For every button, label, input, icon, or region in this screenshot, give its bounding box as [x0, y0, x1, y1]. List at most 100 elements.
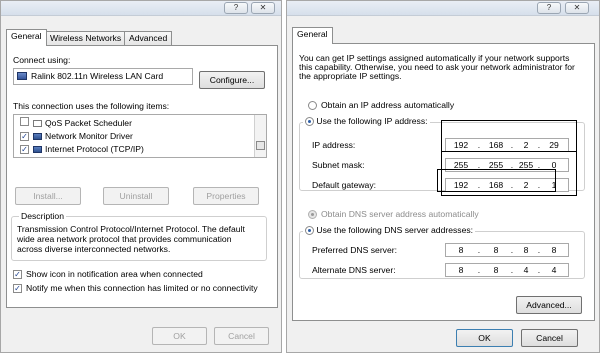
- help-icon: ?: [546, 3, 552, 12]
- tab-wireless-networks[interactable]: Wireless Networks: [45, 31, 127, 45]
- obtain-dns-auto-radio[interactable]: [308, 210, 317, 219]
- show-icon-label: Show icon in notification area when conn…: [26, 269, 203, 279]
- ip-dot: .: [537, 245, 541, 255]
- list-item[interactable]: ✓ Internet Protocol (TCP/IP): [20, 143, 144, 155]
- tab-label: General: [11, 31, 42, 41]
- ip-octet: 8: [458, 265, 464, 275]
- title-bar: ? ✕: [1, 1, 281, 16]
- install-button[interactable]: Install...: [15, 187, 81, 205]
- highlight-box-ip-address: [441, 120, 577, 152]
- ip-dot: .: [537, 265, 541, 275]
- obtain-dns-auto-label: Obtain DNS server address automatically: [321, 209, 479, 219]
- alternate-dns-field[interactable]: 8 . 8 . 4 . 4: [445, 263, 569, 277]
- notify-checkbox[interactable]: ✓: [13, 284, 22, 293]
- default-gateway-label: Default gateway:: [312, 180, 377, 190]
- connect-using-label: Connect using:: [13, 55, 71, 65]
- use-following-dns-radio[interactable]: [305, 226, 314, 235]
- description-line-2: wide area network protocol that provides…: [17, 234, 232, 244]
- qos-checkbox[interactable]: [20, 117, 29, 126]
- title-bar: ? ✕: [287, 1, 599, 16]
- dns-server-group: Use the following DNS server addresses: …: [299, 225, 585, 279]
- obtain-ip-auto-radio[interactable]: [308, 101, 317, 110]
- description-line-3: across diverse interconnected networks.: [17, 244, 171, 254]
- button-label: Configure...: [209, 75, 255, 85]
- button-label: Advanced...: [526, 300, 572, 310]
- list-item[interactable]: ✓ Network Monitor Driver: [20, 130, 133, 142]
- close-icon: ✕: [259, 3, 267, 12]
- items-label: This connection uses the following items…: [13, 101, 170, 111]
- connection-properties-dialog: ? ✕ General Wireless Networks Advanced C…: [0, 0, 282, 353]
- ip-octet: 4: [523, 265, 529, 275]
- tab-general[interactable]: General: [6, 29, 47, 46]
- cancel-button[interactable]: Cancel: [214, 327, 269, 345]
- configure-button[interactable]: Configure...: [199, 71, 265, 89]
- button-label: Install...: [33, 191, 63, 201]
- network-monitor-checkbox[interactable]: ✓: [20, 132, 29, 141]
- show-icon-checkbox[interactable]: ✓: [13, 270, 22, 279]
- button-label: OK: [173, 331, 186, 341]
- scheduler-icon: [33, 120, 42, 127]
- network-adapter-icon: [17, 72, 27, 80]
- obtain-ip-auto-label: Obtain an IP address automatically: [321, 100, 455, 110]
- advanced-button[interactable]: Advanced...: [516, 296, 582, 314]
- preferred-dns-label: Preferred DNS server:: [312, 245, 398, 255]
- item-label: QoS Packet Scheduler: [45, 118, 132, 128]
- highlight-box-gateway: [437, 169, 556, 192]
- tcpip-checkbox[interactable]: ✓: [20, 145, 29, 154]
- components-list[interactable]: QoS Packet Scheduler ✓ Network Monitor Dr…: [13, 114, 267, 158]
- help-icon: ?: [233, 3, 239, 12]
- list-item[interactable]: QoS Packet Scheduler: [20, 117, 132, 129]
- notify-label: Notify me when this connection has limit…: [26, 283, 258, 293]
- use-following-ip-legend: Use the following IP address:: [303, 116, 430, 126]
- description-line-1: Transmission Control Protocol/Internet P…: [17, 224, 245, 234]
- general-tab-panel: Connect using: Ralink 802.11n Wireless L…: [6, 45, 278, 308]
- button-label: Properties: [206, 191, 246, 201]
- preferred-dns-field[interactable]: 8 . 8 . 8 . 8: [445, 243, 569, 257]
- ok-button[interactable]: OK: [152, 327, 207, 345]
- description-group: Description Transmission Control Protoco…: [11, 211, 267, 261]
- use-following-ip-label: Use the following IP address:: [316, 116, 428, 126]
- close-icon: ✕: [573, 3, 581, 12]
- tab-label: General: [297, 29, 328, 39]
- list-scrollbar[interactable]: [254, 115, 266, 157]
- button-label: Cancel: [228, 331, 255, 341]
- ok-button[interactable]: OK: [456, 329, 513, 347]
- protocol-icon: [33, 146, 42, 153]
- intro-line-3: the appropriate IP settings.: [299, 71, 402, 81]
- help-button[interactable]: ?: [224, 2, 248, 14]
- button-label: Uninstall: [119, 191, 153, 201]
- help-button[interactable]: ?: [537, 2, 561, 14]
- network-icon: [33, 133, 42, 140]
- button-label: Cancel: [536, 333, 563, 343]
- ip-octet: 8: [493, 245, 499, 255]
- uninstall-button[interactable]: Uninstall: [103, 187, 169, 205]
- ip-octet: 8: [523, 245, 529, 255]
- adapter-name: Ralink 802.11n Wireless LAN Card: [31, 71, 164, 81]
- cancel-button[interactable]: Cancel: [521, 329, 578, 347]
- close-button[interactable]: ✕: [251, 2, 275, 14]
- ip-octet: 8: [551, 245, 557, 255]
- subnet-mask-label: Subnet mask:: [312, 160, 365, 170]
- adapter-field: Ralink 802.11n Wireless LAN Card: [13, 68, 193, 85]
- properties-button[interactable]: Properties: [193, 187, 259, 205]
- alternate-dns-label: Alternate DNS server:: [312, 265, 396, 275]
- tab-label: Wireless Networks: [50, 33, 122, 43]
- tab-label: Advanced: [129, 33, 168, 43]
- tab-general[interactable]: General: [292, 27, 333, 44]
- item-label: Internet Protocol (TCP/IP): [45, 144, 144, 154]
- tab-advanced[interactable]: Advanced: [124, 31, 173, 45]
- close-button[interactable]: ✕: [565, 2, 589, 14]
- use-following-dns-legend: Use the following DNS server addresses:: [303, 225, 476, 235]
- description-legend: Description: [19, 211, 66, 221]
- scroll-thumb[interactable]: [256, 141, 265, 150]
- ip-address-label: IP address:: [312, 140, 356, 150]
- ip-dot: .: [477, 265, 481, 275]
- ip-dot: .: [477, 245, 481, 255]
- use-following-ip-radio[interactable]: [305, 117, 314, 126]
- ip-octet: 4: [551, 265, 557, 275]
- ip-octet: 8: [493, 265, 499, 275]
- use-following-dns-label: Use the following DNS server addresses:: [316, 225, 474, 235]
- button-label: OK: [478, 333, 491, 343]
- item-label: Network Monitor Driver: [45, 131, 133, 141]
- ip-octet: 8: [458, 245, 464, 255]
